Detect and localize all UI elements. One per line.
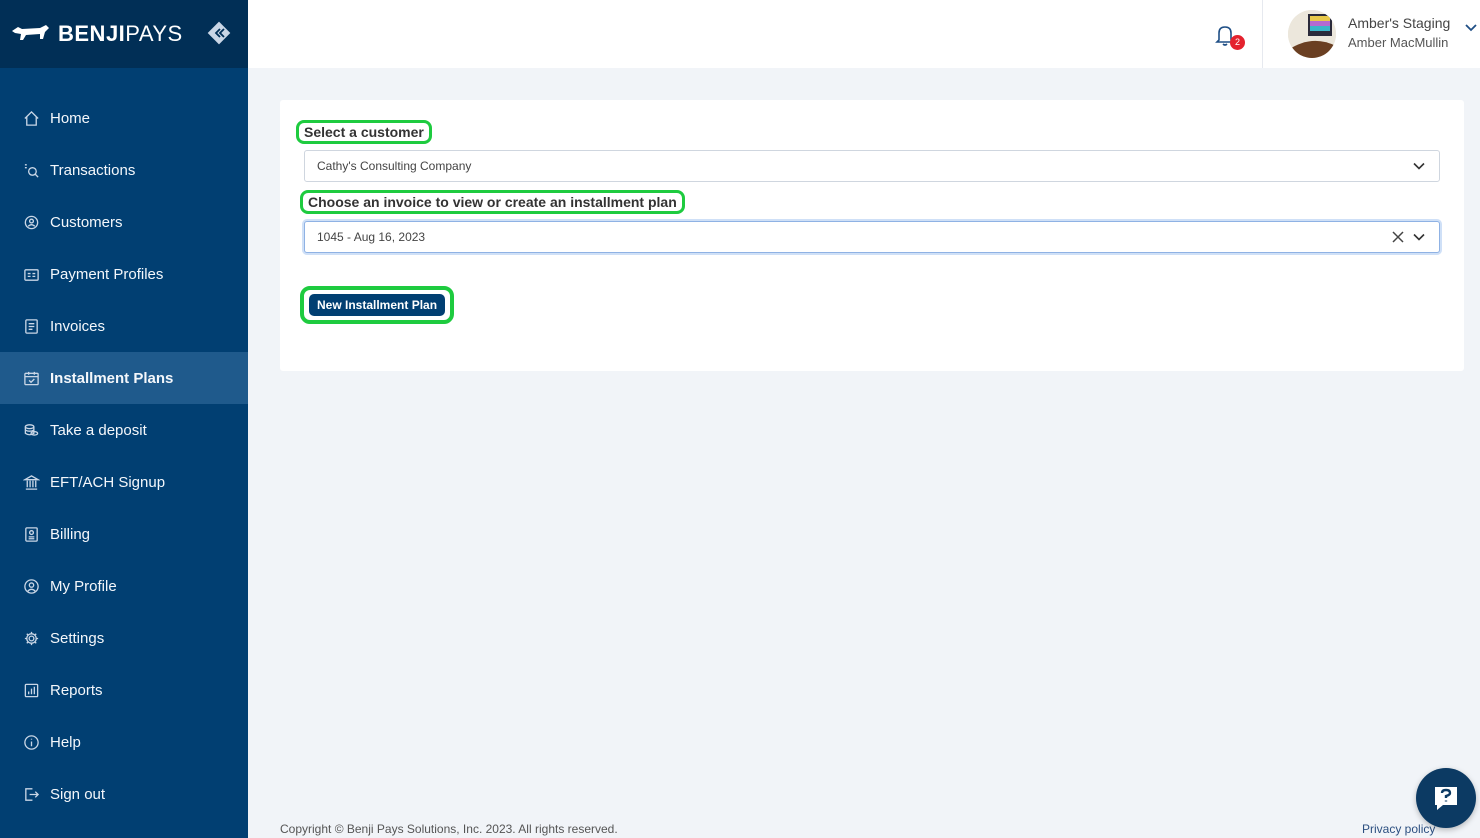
invoice-icon [22, 317, 40, 335]
card-icon [22, 265, 40, 283]
sidebar-item-take-deposit[interactable]: Take a deposit [0, 404, 248, 456]
sidebar-item-label: Home [50, 109, 91, 127]
chevron-down-icon[interactable] [1413, 161, 1425, 171]
sidebar-item-label: Settings [50, 629, 105, 647]
new-plan-highlight: New Installment Plan [300, 286, 455, 324]
coins-icon [22, 421, 40, 439]
clear-icon[interactable] [1391, 230, 1405, 244]
sidebar-item-billing[interactable]: Billing [0, 508, 248, 560]
sidebar-item-label: Billing [50, 525, 91, 543]
billing-icon [22, 525, 40, 543]
brand-name: BENJIPAYS [58, 21, 183, 46]
bank-icon [22, 473, 40, 491]
home-icon [22, 109, 40, 127]
sidebar-item-invoices[interactable]: Invoices [0, 300, 248, 352]
new-installment-plan-button[interactable]: New Installment Plan [309, 294, 446, 316]
collapse-sidebar-icon[interactable] [206, 20, 232, 46]
invoice-label: Choose an invoice to view or create an i… [300, 190, 685, 214]
invoice-select[interactable]: 1045 - Aug 16, 2023 [304, 221, 1440, 253]
header-divider [1262, 0, 1263, 68]
sidebar-item-label: My Profile [50, 577, 117, 595]
user-name: Amber MacMullin [1348, 35, 1449, 50]
sidebar-item-label: Invoices [50, 317, 106, 335]
sidebar-item-label: Sign out [50, 785, 106, 803]
avatar[interactable] [1288, 10, 1336, 58]
dog-logo-icon [12, 25, 49, 40]
sidebar-item-payment-profiles[interactable]: Payment Profiles [0, 248, 248, 300]
privacy-policy-link[interactable]: Privacy policy [1362, 822, 1435, 836]
chevron-down-icon[interactable] [1464, 22, 1478, 34]
sidebar-item-label: Reports [50, 681, 103, 699]
sidebar-item-label: Installment Plans [50, 369, 174, 387]
sidebar-item-installment-plans[interactable]: Installment Plans [0, 352, 248, 404]
sidebar-item-settings[interactable]: Settings [0, 612, 248, 664]
search-icon [22, 161, 40, 179]
sidebar-item-my-profile[interactable]: My Profile [0, 560, 248, 612]
chevron-down-icon[interactable] [1413, 232, 1425, 242]
customer-label: Select a customer [296, 120, 432, 144]
sidebar: BENJIPAYS Home Transactions Customers Pa… [0, 0, 248, 838]
sidebar-item-help[interactable]: Help [0, 716, 248, 768]
sidebar-item-label: Help [50, 733, 81, 751]
sidebar-item-label: Payment Profiles [50, 265, 164, 283]
sidebar-item-label: Take a deposit [50, 421, 147, 439]
copyright-text: Copyright © Benji Pays Solutions, Inc. 2… [280, 822, 618, 836]
help-chat-button[interactable] [1416, 768, 1476, 828]
sidebar-item-transactions[interactable]: Transactions [0, 144, 248, 196]
sidebar-item-sign-out[interactable]: Sign out [0, 768, 248, 820]
invoice-select-value: 1045 - Aug 16, 2023 [317, 230, 426, 244]
sidebar-item-label: Customers [50, 213, 123, 231]
signout-icon [22, 785, 40, 803]
org-name[interactable]: Amber's Staging [1348, 15, 1450, 31]
customer-select-value: Cathy's Consulting Company [317, 159, 472, 173]
notification-badge: 2 [1230, 35, 1245, 50]
info-icon [22, 733, 40, 751]
brand-bar: BENJIPAYS [0, 0, 248, 68]
customer-select[interactable]: Cathy's Consulting Company [304, 150, 1440, 182]
reports-icon [22, 681, 40, 699]
sidebar-item-customers[interactable]: Customers [0, 196, 248, 248]
sidebar-item-home[interactable]: Home [0, 92, 248, 144]
sidebar-item-label: EFT/ACH Signup [50, 473, 166, 491]
top-header: 2 Amber's Staging Amber MacMullin [248, 0, 1480, 68]
sidebar-item-label: Transactions [50, 161, 136, 179]
installment-plan-card: Select a customer Cathy's Consulting Com… [280, 100, 1464, 371]
sidebar-item-reports[interactable]: Reports [0, 664, 248, 716]
brand-logo[interactable]: BENJIPAYS [10, 21, 183, 47]
gear-icon [22, 629, 40, 647]
customers-icon [22, 213, 40, 231]
user-icon [22, 577, 40, 595]
avatar-image-icon [1288, 10, 1336, 58]
calendar-icon [22, 369, 40, 387]
sidebar-item-eft-ach-signup[interactable]: EFT/ACH Signup [0, 456, 248, 508]
sidebar-nav: Home Transactions Customers Payment Prof… [0, 92, 248, 820]
help-chat-icon [1435, 787, 1457, 810]
